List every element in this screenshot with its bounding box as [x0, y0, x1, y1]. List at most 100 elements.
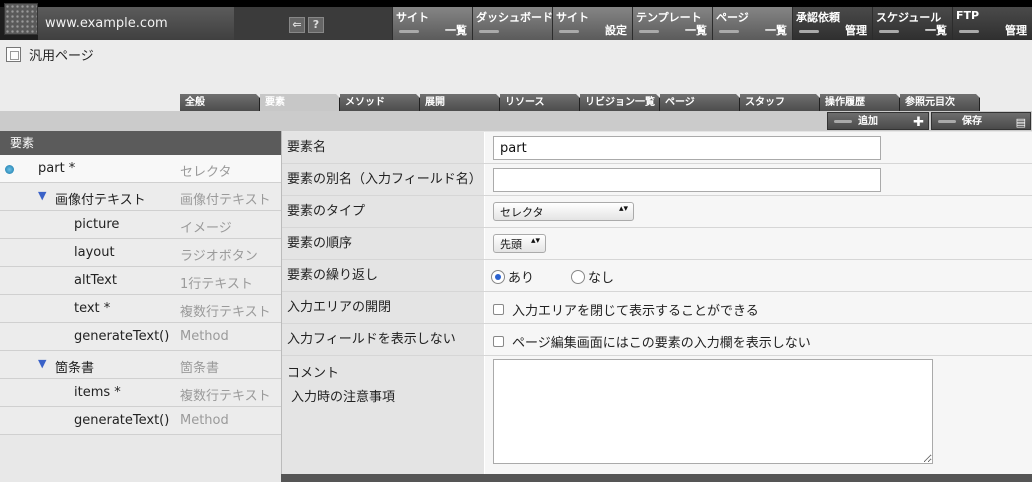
arrow-left-icon[interactable]: ⇐	[289, 17, 305, 33]
page-title-text: 汎用ページ	[29, 48, 94, 64]
page-title: 汎用ページ	[6, 44, 94, 64]
list-item[interactable]: layout ラジオボタン	[0, 239, 281, 267]
nav-sublabel: 一覧	[685, 24, 707, 37]
element-type-select[interactable]: セレクタ ▴▾	[493, 202, 634, 221]
hide-field-checkbox[interactable]: ページ編集画面にはこの要素の入力欄を表示しない	[493, 332, 811, 351]
field-label: 要素名	[282, 132, 485, 163]
save-button[interactable]: 保存 ▤	[931, 112, 1031, 130]
nav-label: 承認依頼	[796, 11, 840, 24]
element-type: ラジオボタン	[180, 249, 258, 264]
element-list-panel: 要素 part * セレクタ ▼ 画像付テキスト 画像付テキスト picture…	[0, 131, 281, 482]
radio-label: あり	[508, 271, 535, 286]
nav-site-list[interactable]: サイト 一覧	[392, 7, 472, 40]
tab-history[interactable]: 操作履歴	[820, 94, 900, 111]
nav-sublabel: 設定	[605, 24, 627, 37]
page-icon	[6, 46, 21, 62]
list-item[interactable]: ▼ 箇条書 箇条書	[0, 351, 281, 379]
field-value-cell: 入力エリアを閉じて表示することができる	[485, 292, 1032, 323]
nav-bar-icon	[879, 30, 899, 33]
nav-ftp[interactable]: FTP 管理	[952, 7, 1032, 40]
radio-label: なし	[588, 271, 615, 286]
field-value-cell: ページ編集画面にはこの要素の入力欄を表示しない	[485, 324, 1032, 355]
comment-textarea[interactable]	[493, 359, 933, 464]
element-name: items *	[74, 385, 121, 400]
element-type: 1行テキスト	[180, 277, 253, 292]
list-item[interactable]: generateText() Method	[0, 323, 281, 351]
tab-elements[interactable]: 要素	[260, 94, 340, 111]
form-row-collapse: 入力エリアの開閉 入力エリアを閉じて表示することができる	[282, 292, 1032, 324]
nav-label: サイト	[396, 11, 429, 24]
selected-dot-icon	[5, 165, 14, 174]
tab-expand[interactable]: 展開	[420, 94, 500, 111]
save-icon: ▤	[1015, 116, 1026, 129]
nav-site-settings[interactable]: サイト設定	[552, 7, 632, 40]
element-name: 箇条書	[55, 361, 95, 376]
nav-label: FTP	[956, 9, 980, 22]
field-label: 要素の繰り返し	[282, 260, 485, 291]
tab-references[interactable]: 参照元目次	[900, 94, 980, 111]
field-label: 入力エリアの開閉	[282, 292, 485, 323]
list-item[interactable]: picture イメージ	[0, 211, 281, 239]
tab-revisions[interactable]: リビジョン一覧	[580, 94, 660, 111]
nav-bar-icon	[799, 30, 819, 33]
button-bar-icon	[938, 120, 956, 123]
collapse-checkbox[interactable]: 入力エリアを閉じて表示することができる	[493, 300, 759, 319]
list-item[interactable]: items * 複数行テキスト	[0, 379, 281, 407]
nav-label: サイト	[556, 11, 589, 24]
element-name-input[interactable]	[493, 136, 881, 160]
form-row-name: 要素名	[282, 132, 1032, 164]
element-type: 複数行テキスト	[180, 305, 271, 320]
tab-general[interactable]: 全般	[180, 94, 260, 111]
nav-schedule[interactable]: スケジュール 一覧	[872, 7, 952, 40]
repeat-no-radio[interactable]: なし	[571, 267, 614, 286]
list-item[interactable]: ▼ 画像付テキスト 画像付テキスト	[0, 183, 281, 211]
list-item[interactable]: part * セレクタ	[0, 155, 281, 183]
triangle-down-icon[interactable]: ▼	[38, 357, 46, 370]
field-value-cell: あり なし	[485, 260, 1032, 291]
help-icon[interactable]: ?	[308, 17, 324, 33]
button-bar-icon	[834, 120, 852, 123]
nav-template-list[interactable]: テンプレート 一覧	[632, 7, 712, 40]
element-alias-input[interactable]	[493, 168, 881, 192]
element-name: generateText()	[74, 413, 170, 428]
element-type: Method	[180, 329, 229, 344]
element-name: part *	[38, 161, 76, 176]
nav-bar-icon	[559, 30, 579, 33]
tab-staff[interactable]: スタッフ	[740, 94, 820, 111]
field-value-cell	[485, 356, 1032, 474]
repeat-yes-radio[interactable]: あり	[491, 267, 534, 286]
form-row-hide: 入力フィールドを表示しない ページ編集画面にはこの要素の入力欄を表示しない	[282, 324, 1032, 356]
element-order-select[interactable]: 先頭 ▴▾	[493, 234, 546, 253]
checkbox-label: 入力エリアを閉じて表示することができる	[512, 304, 759, 319]
nav-bar-icon	[639, 30, 659, 33]
radio-unchecked-icon	[571, 269, 585, 284]
form-row-type: 要素のタイプ セレクタ ▴▾	[282, 196, 1032, 228]
element-name: generateText()	[74, 329, 170, 344]
list-item[interactable]: generateText() Method	[0, 407, 281, 435]
element-name: 画像付テキスト	[55, 193, 146, 208]
triangle-down-icon[interactable]: ▼	[38, 189, 46, 202]
nav-dashboard[interactable]: ダッシュボード	[472, 7, 553, 40]
nav-bar-icon	[719, 30, 739, 33]
nav-approval[interactable]: 承認依頼 管理	[792, 7, 872, 40]
comment-label: コメント	[287, 366, 340, 381]
element-type: Method	[180, 413, 229, 428]
element-name: text *	[74, 301, 111, 316]
tab-page[interactable]: ページ	[660, 94, 740, 111]
element-form: 要素名 要素の別名（入力フィールド名） 要素のタイプ セレクタ ▴▾ 要素の順序…	[281, 131, 1032, 474]
nav-label: ダッシュボード	[476, 11, 553, 24]
select-arrows-icon: ▴▾	[618, 204, 628, 214]
list-item[interactable]: altText 1行テキスト	[0, 267, 281, 295]
add-button[interactable]: 追加 ✚	[827, 112, 929, 130]
element-type: 画像付テキスト	[180, 193, 271, 208]
nav-bar-icon	[399, 30, 419, 33]
site-url[interactable]: www.example.com	[38, 7, 246, 40]
nav-page-list[interactable]: ページ 一覧	[712, 7, 792, 40]
tab-resources[interactable]: リソース	[500, 94, 580, 111]
form-row-comment: コメント 入力時の注意事項	[282, 356, 1032, 474]
list-item[interactable]: text * 複数行テキスト	[0, 295, 281, 323]
tab-methods[interactable]: メソッド	[340, 94, 420, 111]
app-logo-icon[interactable]	[4, 3, 38, 35]
top-accent-strip	[0, 0, 1032, 7]
field-value-cell	[485, 132, 1032, 163]
